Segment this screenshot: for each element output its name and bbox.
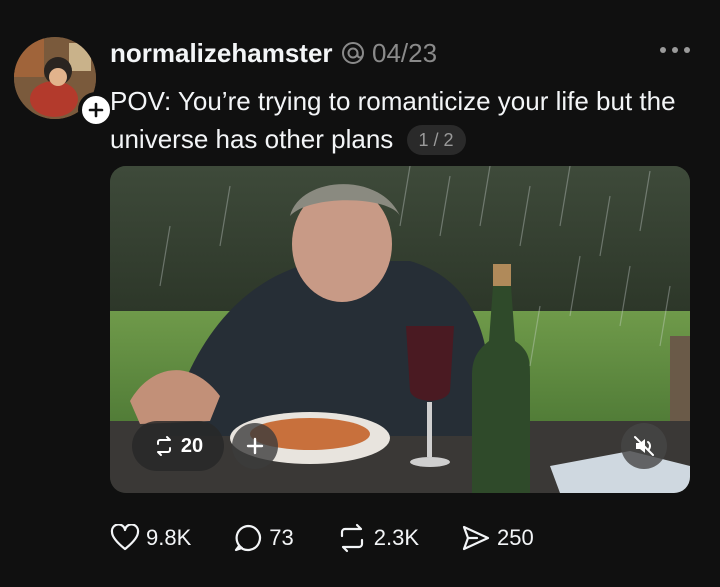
share-count: 250 <box>497 525 534 550</box>
media-repost-count-button[interactable]: 20 <box>132 421 224 471</box>
comment-icon <box>235 524 262 552</box>
repost-button[interactable]: 2.3K <box>336 523 419 553</box>
send-icon <box>462 525 490 551</box>
author-avatar-wrapper[interactable] <box>14 37 114 128</box>
post-action-bar: 9.8K 73 2.3K 250 <box>110 518 576 558</box>
repost-icon <box>156 436 171 456</box>
media-add-button[interactable] <box>232 423 278 469</box>
share-button[interactable]: 250 <box>461 524 534 552</box>
threads-badge-icon <box>342 42 364 64</box>
heart-icon <box>110 524 140 551</box>
repost-icon <box>340 523 363 553</box>
post-caption: POV: You’re trying to romanticize your l… <box>110 82 690 158</box>
caption-text: POV: You’re trying to romanticize your l… <box>110 86 676 154</box>
post-media-video[interactable]: 20 <box>110 166 690 493</box>
like-count: 9.8K <box>146 525 192 550</box>
mute-toggle-button[interactable] <box>621 423 667 469</box>
media-page-indicator: 1 / 2 <box>406 125 466 155</box>
reply-button[interactable]: 73 <box>233 523 294 553</box>
plus-icon <box>88 102 104 118</box>
media-repost-count: 20 <box>180 434 204 457</box>
more-options-icon[interactable] <box>660 47 690 57</box>
post-date: 04/23 <box>372 38 438 68</box>
repost-count: 2.3K <box>373 525 420 550</box>
author-username[interactable]: normalizehamster <box>110 38 333 69</box>
reply-count: 73 <box>269 525 294 550</box>
follow-button[interactable] <box>78 92 114 128</box>
like-button[interactable]: 9.8K <box>110 524 191 552</box>
plus-icon <box>246 437 264 455</box>
muted-speaker-icon <box>634 436 654 456</box>
